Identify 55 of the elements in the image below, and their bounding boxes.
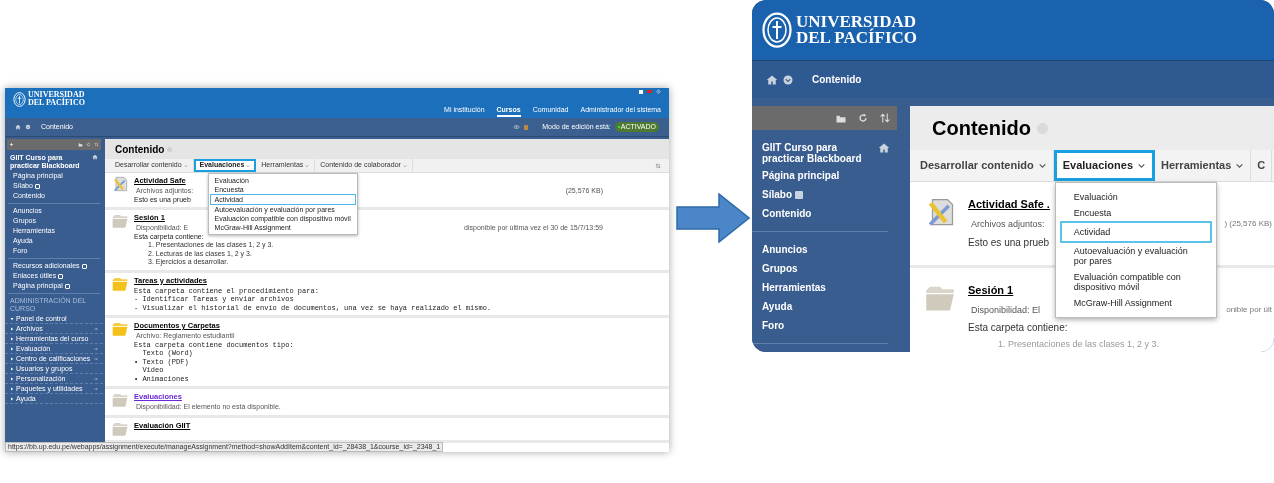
home-icon: [878, 142, 890, 154]
sort-icon: [655, 162, 661, 169]
logo-text: DEL PACÍFICO: [28, 99, 85, 107]
toolbar-menu-button[interactable]: C: [1251, 150, 1273, 181]
list-item: 1. Presentaciones de las clases 1, 2 y 3.: [997, 338, 1160, 351]
home-icon: [15, 124, 21, 130]
refresh-icon: [857, 112, 869, 124]
description-text: Esta carpeta contiene:: [968, 321, 1068, 335]
menu-option[interactable]: Evaluación compatible con dispositivo móvil: [1059, 269, 1212, 295]
course-title[interactable]: GIIT Curso para practicar Blackboard: [762, 142, 878, 164]
menu-item[interactable]: Contenido: [752, 204, 888, 223]
toolbar-menu-button[interactable]: Evaluaciones: [1053, 150, 1156, 181]
sort-icon: [94, 142, 99, 147]
sort-icon: [879, 112, 891, 124]
menu-option[interactable]: McGraw-Hill Assignment: [1059, 295, 1212, 311]
right-arrow-icon: [676, 193, 750, 243]
eye-icon: [513, 124, 521, 130]
logo-text: DEL PACÍFICO: [796, 30, 918, 46]
item-metadata: Disponibilidad: El: [970, 303, 1041, 317]
logo-text: UNIVERSIDAD: [28, 91, 85, 99]
toolbar-menu-button[interactable]: Herramientas: [1155, 150, 1252, 181]
dropdown-circle-icon: [25, 124, 31, 130]
item-metadata: onible por últ: [1226, 303, 1272, 316]
add-icon: [9, 142, 14, 147]
menu-item[interactable]: Anuncios: [752, 240, 888, 259]
power-icon: [656, 89, 661, 94]
item-title-link[interactable]: Sesión 1: [968, 282, 1014, 298]
seal-logo-icon: [762, 12, 792, 48]
page-title: Contenido: [115, 142, 165, 157]
menu-item[interactable]: Sílabo: [752, 185, 888, 204]
menu-item[interactable]: Herramientas: [752, 278, 888, 297]
menu-item[interactable]: Grupos: [752, 259, 888, 278]
dropdown-circle-icon: [782, 73, 794, 86]
notification-badge: [647, 90, 652, 93]
menu-option[interactable]: Encuesta: [1059, 205, 1212, 221]
description-text: Esto es una prueb: [968, 235, 1050, 250]
page-title: Contenido: [932, 116, 1031, 141]
seal-logo-icon: [13, 91, 26, 107]
menu-option[interactable]: Evaluación: [1059, 189, 1212, 205]
home-icon: [92, 154, 98, 160]
refresh-icon: [86, 142, 91, 147]
menu-item[interactable]: Foro: [752, 316, 888, 335]
item-metadata: Archivos adjuntos:: [970, 218, 1045, 231]
home-icon: [766, 73, 778, 86]
menu-item[interactable]: Página principal: [752, 166, 888, 185]
menu-option[interactable]: Actividad: [1059, 221, 1212, 243]
user-icon: [639, 89, 643, 94]
folder-icon: [78, 142, 83, 147]
item-metadata: ) (25,576 KB): [1224, 218, 1272, 230]
logo-text: UNIVERSIDAD: [796, 14, 917, 30]
toolbar-menu-button[interactable]: Desarrollar contenido: [914, 150, 1054, 181]
item-title-link[interactable]: Actividad Safe .: [968, 197, 1050, 212]
breadcrumb[interactable]: Contenido: [812, 72, 862, 87]
menu-option[interactable]: Autoevaluación y evaluación por pares: [1059, 243, 1212, 269]
menu-item[interactable]: Ayuda: [752, 297, 888, 316]
